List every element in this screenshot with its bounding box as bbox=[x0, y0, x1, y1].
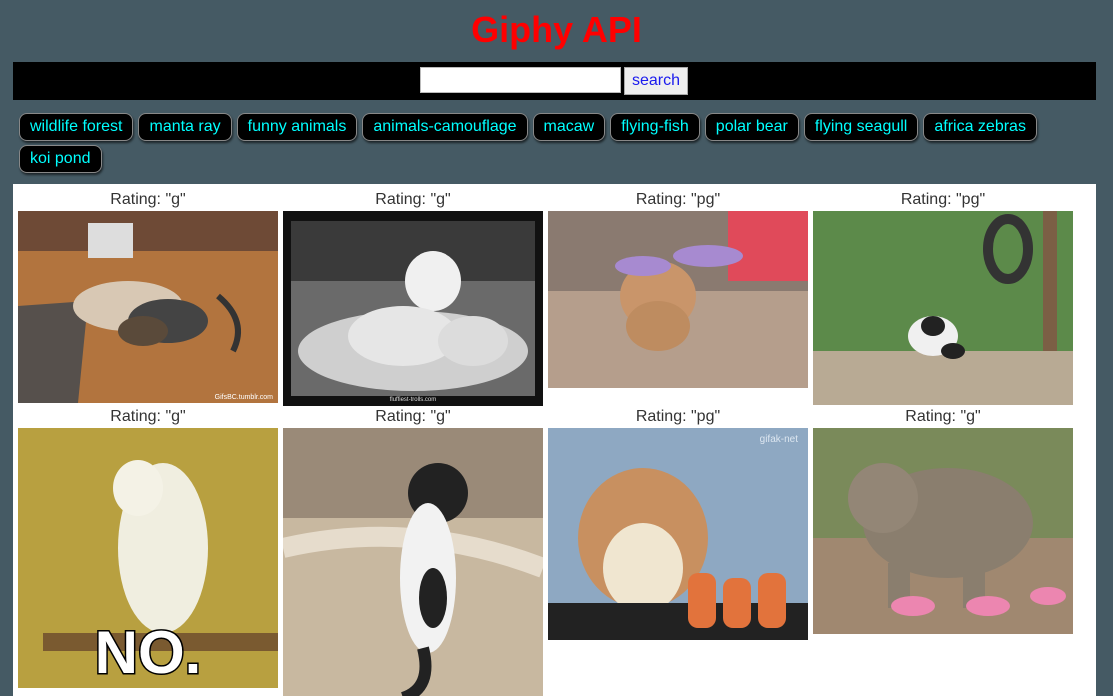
topic-button-wildlife-forest[interactable]: wildlife forest bbox=[19, 113, 134, 141]
gif-image[interactable] bbox=[813, 211, 1073, 405]
rating-label: Rating: "g" bbox=[375, 408, 451, 425]
rating-label: Rating: "pg" bbox=[635, 191, 721, 208]
rating-label: Rating: "g" bbox=[110, 408, 186, 425]
gif-image[interactable]: fluffiest-trolls.com bbox=[283, 211, 543, 406]
gif-card: Rating: "g" bbox=[283, 401, 543, 696]
topic-buttons: wildlife forest manta ray funny animals … bbox=[19, 113, 1089, 173]
gif-card: Rating: "pg" bbox=[813, 184, 1073, 405]
rating-label: Rating: "pg" bbox=[635, 408, 721, 425]
gif-results: Rating: "g" GifsBC.tumblr.com Rating: "g… bbox=[13, 184, 1096, 696]
topic-button-flying-fish[interactable]: flying-fish bbox=[610, 113, 700, 141]
rating-label: Rating: "g" bbox=[905, 408, 981, 425]
gif-watermark: gifak-net bbox=[760, 434, 799, 445]
page-title: Giphy API bbox=[471, 9, 642, 50]
search-input[interactable] bbox=[420, 67, 621, 93]
topic-button-flying-seagull[interactable]: flying seagull bbox=[803, 113, 919, 141]
gif-caption: NO. bbox=[95, 619, 202, 686]
topic-button-funny-animals[interactable]: funny animals bbox=[236, 113, 358, 141]
rating-label: Rating: "pg" bbox=[900, 191, 986, 208]
topic-button-macaw[interactable]: macaw bbox=[532, 113, 606, 141]
gif-card: Rating: "g" NO. bbox=[18, 401, 278, 688]
gif-image[interactable] bbox=[283, 428, 543, 696]
gif-card: Rating: "g" fluffiest-trolls.com bbox=[283, 184, 543, 406]
search-button[interactable]: search bbox=[624, 67, 688, 95]
gif-image[interactable]: GifsBC.tumblr.com bbox=[18, 211, 278, 403]
topic-button-africa-zebras[interactable]: africa zebras bbox=[923, 113, 1037, 141]
topic-button-koi-pond[interactable]: koi pond bbox=[19, 145, 102, 173]
search-bar: search bbox=[13, 62, 1096, 100]
topic-button-manta-ray[interactable]: manta ray bbox=[138, 113, 232, 141]
gif-card: Rating: "pg" bbox=[548, 184, 808, 388]
gif-image[interactable] bbox=[548, 211, 808, 388]
gif-card: Rating: "pg" gifak-net bbox=[548, 401, 808, 640]
gif-card: Rating: "g" GifsBC.tumblr.com bbox=[18, 184, 278, 403]
topic-button-polar-bear[interactable]: polar bear bbox=[704, 113, 799, 141]
gif-image[interactable] bbox=[813, 428, 1073, 634]
gif-watermark: GifsBC.tumblr.com bbox=[215, 394, 274, 401]
rating-label: Rating: "g" bbox=[375, 191, 451, 208]
gif-image[interactable]: gifak-net bbox=[548, 428, 808, 640]
topic-button-animals-camouflage[interactable]: animals-camouflage bbox=[362, 113, 528, 141]
gif-card: Rating: "g" bbox=[813, 401, 1073, 634]
rating-label: Rating: "g" bbox=[110, 191, 186, 208]
gif-image[interactable]: NO. bbox=[18, 428, 278, 688]
